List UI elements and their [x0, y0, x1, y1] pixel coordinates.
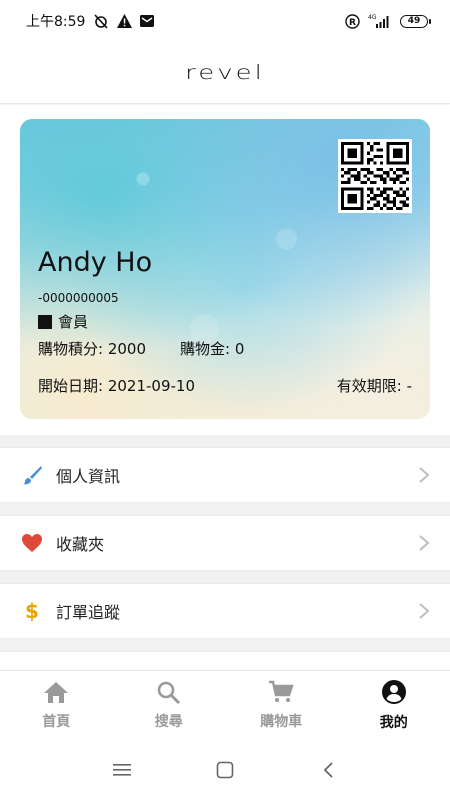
network-type: 4G [368, 14, 377, 21]
main-content[interactable]: Andy Ho -0000000005 會員 購物積分: 2000 購物金: 0… [0, 105, 450, 675]
member-name: Andy Ho [38, 247, 153, 278]
qr-code[interactable] [338, 139, 412, 213]
chevron-right-icon [418, 602, 430, 620]
app-header: revel [0, 42, 450, 104]
svg-text:$: $ [25, 600, 39, 622]
cart-icon [268, 680, 294, 708]
registered-icon: R [345, 13, 360, 29]
back-icon[interactable] [308, 750, 348, 790]
shopping-points: 購物積分: 2000 [38, 340, 146, 358]
heart-icon [20, 531, 44, 555]
status-left: 上午8:59 [26, 11, 155, 31]
menu-item-favorites[interactable]: 收藏夾 [0, 515, 450, 571]
level-color-swatch [38, 314, 52, 329]
tab-account[interactable]: 我的 [338, 679, 450, 732]
start-date: 開始日期: 2021-09-10 [38, 377, 195, 395]
tab-cart[interactable]: 購物車 [225, 680, 338, 731]
warning-icon [117, 14, 133, 28]
status-bar: 上午8:59 R 4G 49 [0, 0, 450, 42]
member-id: -0000000005 [38, 291, 119, 305]
tab-account-label: 我的 [379, 715, 408, 731]
battery-icon: 49 [400, 14, 431, 28]
search-icon [156, 680, 182, 708]
home-square-icon[interactable] [205, 750, 245, 790]
home-icon [43, 680, 69, 708]
tab-home-label: 首頁 [42, 714, 71, 730]
svg-text:R: R [349, 18, 356, 28]
account-circle-icon [381, 679, 407, 709]
alarm-off-icon [93, 13, 109, 29]
card-section: Andy Ho -0000000005 會員 購物積分: 2000 購物金: 0… [0, 105, 450, 435]
brush-icon [20, 463, 44, 487]
menu-label-favorites: 收藏夾 [56, 535, 105, 554]
tab-home[interactable]: 首頁 [0, 680, 113, 731]
mail-icon [140, 15, 155, 27]
dates-row: 開始日期: 2021-09-10 有效期限: - [38, 375, 412, 396]
dollar-icon: $ [20, 599, 44, 623]
expiry-date: 有效期限: - [336, 377, 412, 395]
member-card: Andy Ho -0000000005 會員 購物積分: 2000 購物金: 0… [20, 119, 430, 419]
shopping-credit: 購物金: 0 [180, 340, 245, 358]
menu-label-order-tracking: 訂單追蹤 [56, 603, 121, 622]
chevron-right-icon [418, 534, 430, 552]
member-level: 會員 [38, 311, 88, 332]
system-nav-bar [0, 740, 450, 800]
battery-level: 49 [407, 16, 421, 26]
app-screen: 上午8:59 R 4G 49 revel Andy Ho -0000000005… [0, 0, 450, 800]
tab-search[interactable]: 搜尋 [113, 680, 226, 731]
menu-icon[interactable] [102, 750, 142, 790]
signal-icon: 4G [368, 14, 392, 28]
menu-label-profile: 個人資訊 [56, 467, 121, 486]
menu-item-order-tracking[interactable]: $ 訂單追蹤 [0, 583, 450, 639]
member-level-label: 會員 [58, 313, 89, 331]
status-time: 上午8:59 [26, 14, 86, 30]
menu-item-profile[interactable]: 個人資訊 [0, 447, 450, 503]
tab-search-label: 搜尋 [154, 714, 183, 730]
brand-logo: revel [185, 61, 265, 84]
chevron-right-icon [418, 466, 430, 484]
status-right: R 4G 49 [345, 13, 431, 29]
bottom-tab-bar: 首頁 搜尋 購物車 我的 [0, 670, 450, 740]
tab-cart-label: 購物車 [260, 714, 303, 730]
points-row: 購物積分: 2000 購物金: 0 [38, 338, 244, 359]
